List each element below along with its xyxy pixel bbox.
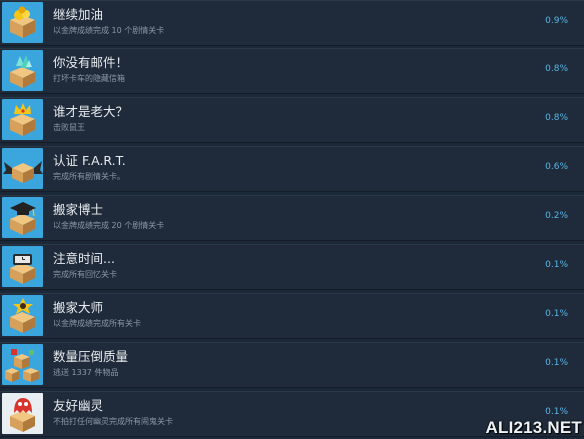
achievement-title: 搬家博士 (53, 202, 104, 217)
box-with-wings-icon (2, 148, 43, 189)
achievement-description: 以金牌成绩完成所有关卡 (53, 319, 141, 328)
box-pile-icon (2, 344, 43, 385)
achievement-row[interactable]: 搬家大师 以金牌成绩完成所有关卡 0.1% (0, 293, 584, 339)
achievement-percent: 0.6% (545, 162, 568, 172)
achievement-percent: 0.9% (545, 16, 568, 26)
achievement-description: 完成所有回忆关卡 (53, 270, 117, 279)
box-with-graduation-cap-icon (2, 197, 43, 238)
achievement-title: 数量压倒质量 (53, 349, 129, 364)
achievement-description: 完成所有剧情关卡。 (53, 172, 125, 181)
achievement-row[interactable]: 注意时间... 完成所有回忆关卡 0.1% (0, 244, 584, 290)
achievement-percent: 0.1% (545, 358, 568, 368)
box-with-crystal-icon (2, 50, 43, 91)
achievement-row[interactable]: 你没有邮件！ 打坏卡车的隐藏信箱 0.8% (0, 48, 584, 94)
achievement-percent: 0.1% (545, 309, 568, 319)
watermark: ALI213.NET (485, 418, 582, 437)
achievement-row[interactable]: 数量压倒质量 逃送 1337 件物品 0.1% (0, 342, 584, 388)
achievement-row[interactable]: 谁才是老大？ 击败鼠王 0.8% (0, 97, 584, 143)
achievement-description: 以金牌成绩完成 20 个剧情关卡 (53, 221, 165, 230)
achievement-description: 以金牌成绩完成 10 个剧情关卡 (53, 26, 165, 35)
achievement-percent: 0.1% (545, 260, 568, 270)
achievement-title: 谁才是老大？ (53, 104, 129, 119)
achievement-title: 继续加油 (53, 7, 104, 22)
achievement-row[interactable]: 继续加油 以金牌成绩完成 10 个剧情关卡 0.9% (0, 0, 584, 46)
achievement-description: 击败鼠王 (53, 123, 85, 132)
achievement-percent: 0.2% (545, 211, 568, 221)
achievement-title: 搬家大师 (53, 300, 104, 315)
achievement-percent: 0.1% (545, 407, 568, 417)
achievement-percent: 0.8% (545, 64, 568, 74)
achievement-title: 你没有邮件！ (53, 55, 129, 70)
achievement-description: 打坏卡车的隐藏信箱 (53, 74, 125, 83)
achievement-title: 注意时间... (53, 251, 115, 266)
box-with-medal-icon (2, 295, 43, 336)
achievement-title: 友好幽灵 (53, 398, 104, 413)
achievement-row[interactable]: 搬家博士 以金牌成绩完成 20 个剧情关卡 0.2% (0, 195, 584, 241)
achievement-percent: 0.8% (545, 113, 568, 123)
box-with-gold-icon (2, 2, 43, 43)
achievement-title: 认证 F.A.R.T. (53, 153, 126, 168)
achievement-row[interactable]: 认证 F.A.R.T. 完成所有剧情关卡。 0.6% (0, 146, 584, 192)
achievement-description: 逃送 1337 件物品 (53, 368, 119, 377)
achievement-description: 不拍打任何幽灵完成所有闹鬼关卡 (53, 417, 173, 426)
box-with-crown-icon (2, 99, 43, 140)
box-with-ghost-icon (2, 393, 43, 434)
box-with-clock-icon (2, 246, 43, 287)
